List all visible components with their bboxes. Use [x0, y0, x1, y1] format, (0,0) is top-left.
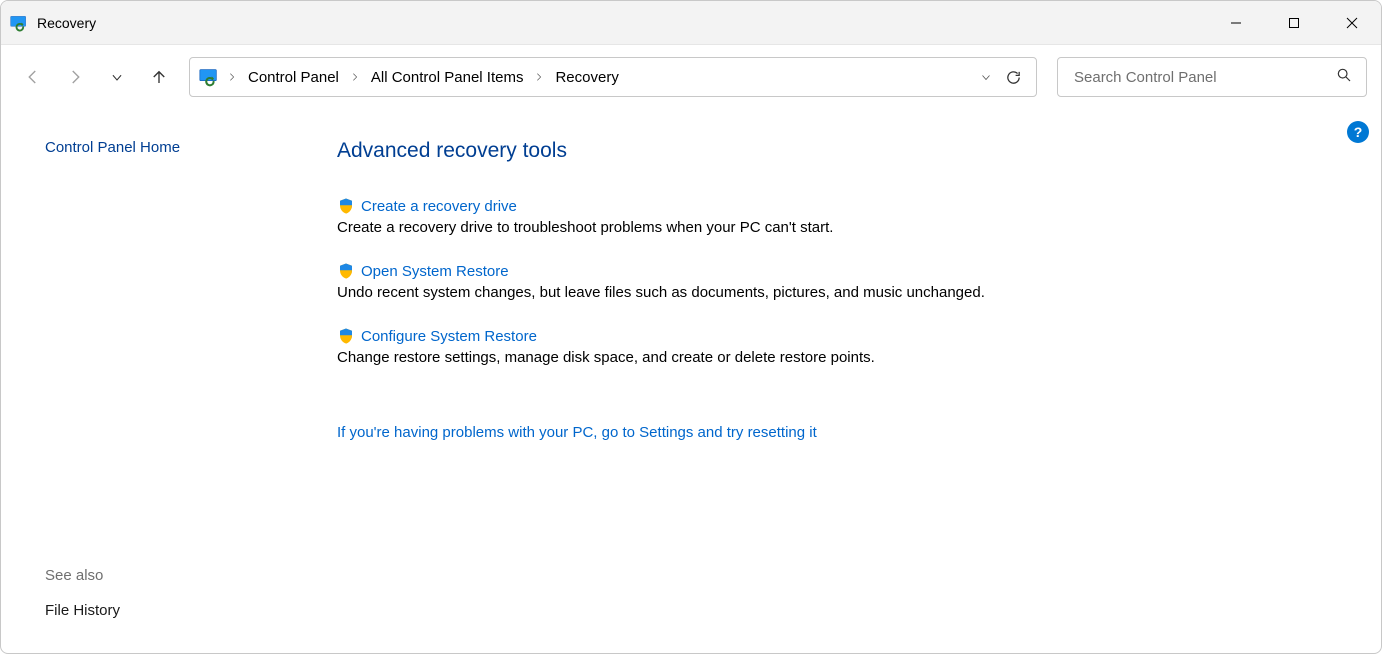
refresh-button[interactable] — [998, 59, 1028, 95]
create-recovery-drive-link[interactable]: Create a recovery drive — [361, 198, 517, 215]
search-input[interactable] — [1072, 68, 1336, 87]
file-history-link[interactable]: File History — [45, 602, 301, 619]
main-content: ? Advanced recovery tools Create a recov… — [301, 109, 1381, 653]
page-heading: Advanced recovery tools — [337, 139, 1341, 163]
back-button[interactable] — [15, 59, 51, 95]
toolbar: Control Panel All Control Panel Items Re… — [1, 45, 1381, 109]
forward-button[interactable] — [57, 59, 93, 95]
close-button[interactable] — [1323, 1, 1381, 44]
chevron-right-icon[interactable] — [224, 72, 240, 82]
recovery-app-icon — [9, 13, 29, 33]
breadcrumb-item[interactable]: Recovery — [551, 67, 622, 88]
control-panel-home-link[interactable]: Control Panel Home — [45, 139, 301, 156]
sidebar: Control Panel Home See also File History — [1, 109, 301, 653]
address-bar[interactable]: Control Panel All Control Panel Items Re… — [189, 57, 1037, 97]
recent-locations-button[interactable] — [99, 59, 135, 95]
uac-shield-icon — [337, 327, 355, 345]
tool-description: Change restore settings, manage disk spa… — [337, 349, 1341, 366]
body: Control Panel Home See also File History… — [1, 109, 1381, 653]
tool-description: Create a recovery drive to troubleshoot … — [337, 219, 1341, 236]
window-title: Recovery — [37, 15, 96, 31]
tool-item: Configure System Restore Change restore … — [337, 327, 1341, 366]
open-system-restore-link[interactable]: Open System Restore — [361, 263, 509, 280]
help-button[interactable]: ? — [1347, 121, 1369, 143]
tool-item: Open System Restore Undo recent system c… — [337, 262, 1341, 301]
maximize-button[interactable] — [1265, 1, 1323, 44]
search-box[interactable] — [1057, 57, 1367, 97]
breadcrumb-item[interactable]: All Control Panel Items — [367, 67, 528, 88]
minimize-button[interactable] — [1207, 1, 1265, 44]
window: Recovery — [0, 0, 1382, 654]
chevron-right-icon[interactable] — [347, 72, 363, 82]
uac-shield-icon — [337, 197, 355, 215]
breadcrumb-item[interactable]: Control Panel — [244, 67, 343, 88]
see-also-label: See also — [45, 567, 301, 584]
tool-item: Create a recovery drive Create a recover… — [337, 197, 1341, 236]
address-bar-icon — [198, 66, 220, 88]
uac-shield-icon — [337, 262, 355, 280]
search-icon[interactable] — [1336, 67, 1352, 87]
window-controls — [1207, 1, 1381, 44]
chevron-down-icon[interactable] — [978, 71, 994, 83]
tool-description: Undo recent system changes, but leave fi… — [337, 284, 1341, 301]
titlebar: Recovery — [1, 1, 1381, 45]
up-button[interactable] — [141, 59, 177, 95]
configure-system-restore-link[interactable]: Configure System Restore — [361, 328, 537, 345]
reset-pc-settings-link[interactable]: If you're having problems with your PC, … — [337, 424, 817, 441]
chevron-right-icon[interactable] — [531, 72, 547, 82]
